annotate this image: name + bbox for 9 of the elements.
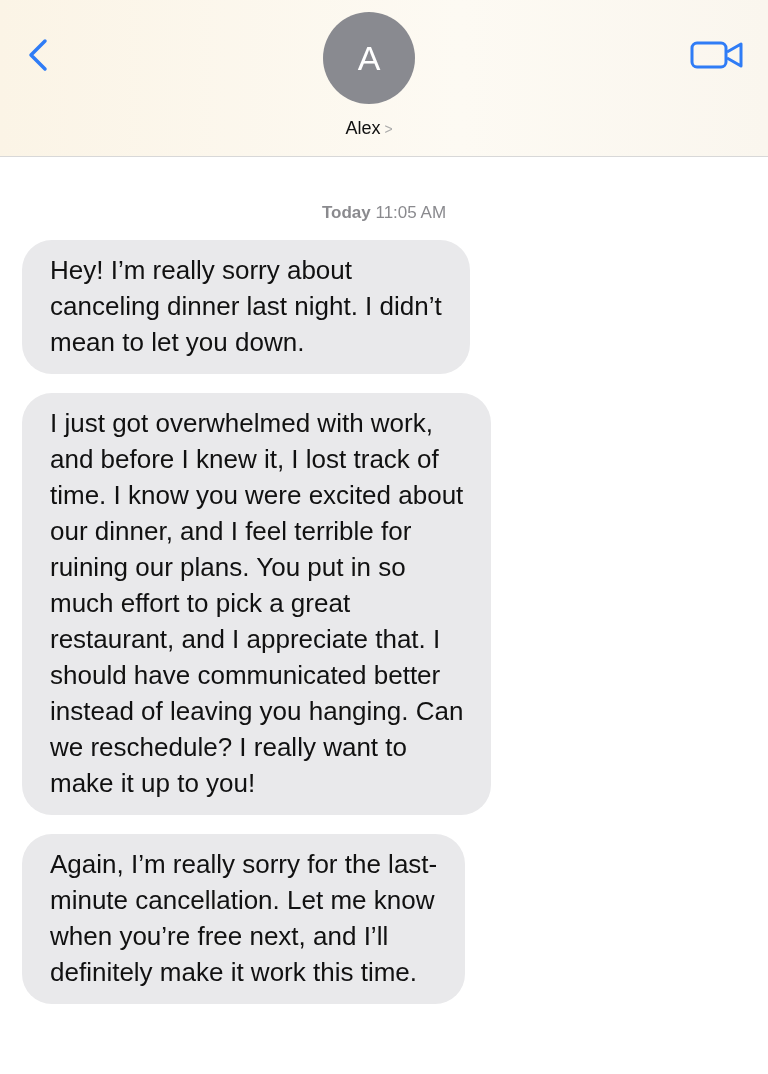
avatar[interactable]: A xyxy=(323,12,415,104)
message-bubble: I just got overwhelmed with work, and before I knew it, I lost track of time. I know you were excited about our dinner, and I feel terrible for ruining our plans. You put in so much effort to pick a great restaurant, and I appreciate that. I should have communicated better instead of leaving you hanging. Can we reschedule? I really want to make it up to you! xyxy=(22,393,492,815)
video-camera-icon[interactable] xyxy=(690,40,744,70)
back-icon[interactable] xyxy=(28,38,48,72)
contact-name[interactable]: Alex xyxy=(345,118,381,139)
timestamp: Today 11:05 AM xyxy=(320,203,448,223)
message-bubble: Hey! I’m really sorry about canceling dinner last night. I didn’t mean to let you down. xyxy=(22,240,470,374)
message-bubble: Again, I’m really sorry for the last- minute cancellation. Let me know when you’re free next, and I’ll definitely make it work this time. xyxy=(22,834,466,1004)
chevron-icon[interactable]: > xyxy=(384,120,393,137)
